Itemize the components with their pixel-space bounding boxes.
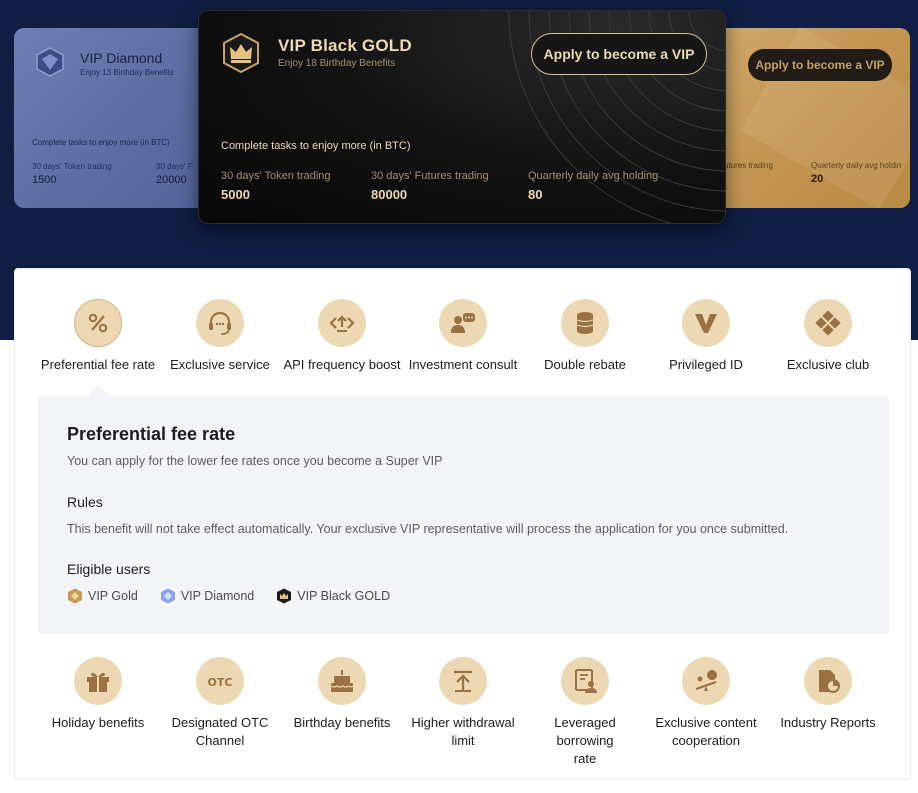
benefit-industry-reports[interactable]: Industry Reports — [767, 657, 889, 732]
detail-description: You can apply for the lower fee rates on… — [67, 454, 443, 468]
black-gold-tasks: Complete tasks to enjoy more (in BTC) — [221, 140, 411, 152]
content-icon — [695, 670, 717, 691]
eligible-users-list: VIP Gold VIP Diamond VIP Black GOLD — [67, 588, 390, 604]
benefit-label: Industry Reports — [780, 715, 876, 730]
benefit-holiday-benefits[interactable]: Holiday benefits — [37, 657, 159, 732]
borrow-icon — [575, 669, 597, 693]
svg-text:OTC: OTC — [208, 676, 233, 689]
benefit-label: Birthday benefits — [293, 715, 391, 730]
apply-vip-button[interactable]: Apply to become a VIP — [531, 33, 707, 75]
club-icon — [815, 310, 841, 336]
coins-icon — [576, 312, 594, 334]
stat-holding-value: 80 — [528, 187, 543, 202]
benefit-label: Investment consult — [408, 357, 518, 372]
vip-gold-card[interactable]: Apply to become a VIP utures trading Qua… — [700, 28, 910, 208]
benefit-designated-otc-channel[interactable]: OTC Designated OTC Channel — [159, 657, 281, 750]
benefit-label: Exclusive content cooperation — [655, 715, 757, 748]
stat-token-label: 30 days' Token trading — [221, 170, 331, 182]
benefit-label: Exclusive service — [170, 357, 270, 372]
cake-icon — [330, 670, 354, 692]
benefit-investment-consult[interactable]: Investment consult — [402, 299, 524, 374]
vip-diamond-card[interactable]: VIP Diamond Enjoy 13 Birthday Benefits C… — [14, 28, 224, 208]
vip-black-gold-card[interactable]: VIP Black GOLD Enjoy 18 Birthday Benefit… — [198, 10, 726, 224]
eligible-heading: Eligible users — [67, 561, 151, 577]
api-icon — [329, 315, 355, 332]
upload-icon — [454, 670, 472, 692]
benefit-exclusive-club[interactable]: Exclusive club — [767, 299, 889, 374]
benefit-label: Preferential fee rate — [40, 357, 156, 372]
v-icon — [695, 314, 717, 333]
benefit-label: Privileged ID — [669, 357, 743, 372]
diamond-subtitle: Enjoy 13 Birthday Benefits — [80, 68, 174, 77]
benefit-exclusive-content-cooperation[interactable]: Exclusive content cooperation — [645, 657, 767, 750]
otc-icon: OTC — [208, 676, 233, 689]
headset-icon — [209, 311, 231, 335]
benefit-label: API frequency boost — [283, 357, 401, 372]
gift-icon — [87, 672, 109, 692]
crown-icon — [223, 33, 259, 73]
black-gold-title: VIP Black GOLD — [278, 36, 412, 55]
stat-futures-label: 30 days' Futures trading — [371, 170, 489, 182]
gold-stat-label: Quarterly daily avg holdin — [811, 161, 902, 170]
benefit-birthday-benefits[interactable]: Birthday benefits — [281, 657, 403, 732]
benefit-double-rebate[interactable]: Double rebate — [524, 299, 646, 374]
rules-heading: Rules — [67, 494, 103, 510]
stat-holding-label: Quarterly daily avg holding — [528, 170, 659, 182]
eligible-user-diamond: VIP Diamond — [160, 588, 254, 604]
gold-apply-button[interactable]: Apply to become a VIP — [748, 49, 892, 81]
diamond-stat-value: 1500 — [32, 174, 57, 186]
diamond-stat-label: 30 days' F — [156, 162, 193, 171]
benefit-privileged-id[interactable]: Privileged ID — [645, 299, 767, 374]
benefit-label: Holiday benefits — [51, 715, 145, 730]
detail-title: Preferential fee rate — [67, 424, 236, 444]
black-gold-subtitle: Enjoy 18 Birthday Benefits — [278, 58, 396, 69]
diamond-icon — [36, 47, 64, 77]
benefit-detail-box: Preferential fee rate You can apply for … — [38, 384, 889, 634]
benefits-panel: Preferential fee rate Exclusive service … — [14, 268, 911, 780]
black-gold-badge-icon — [277, 588, 292, 604]
stat-token-value: 5000 — [221, 187, 250, 202]
benefit-preferential-fee-rate[interactable]: Preferential fee rate — [37, 299, 159, 374]
diamond-title: VIP Diamond — [80, 50, 163, 66]
benefit-exclusive-service[interactable]: Exclusive service — [159, 299, 281, 374]
diamond-badge-icon — [160, 588, 175, 604]
eligible-user-black-gold: VIP Black GOLD — [276, 588, 390, 604]
benefit-api-frequency-boost[interactable]: API frequency boost — [281, 299, 403, 374]
benefit-leveraged-borrowing-rate[interactable]: Leveraged borrowing rate — [524, 657, 646, 768]
gold-stat-value: 20 — [811, 173, 824, 185]
benefit-label: Higher withdrawal limit — [411, 715, 515, 748]
benefit-label: Designated OTC Channel — [171, 715, 269, 748]
benefit-higher-withdrawal-limit[interactable]: Higher withdrawal limit — [402, 657, 524, 750]
diamond-tasks: Complete tasks to enjoy more (in BTC) — [32, 138, 170, 147]
rules-text: This benefit will not take effect automa… — [67, 522, 789, 536]
percent-icon — [88, 313, 108, 333]
gold-badge-icon — [68, 588, 82, 604]
benefit-label: Leveraged borrowing rate — [554, 715, 616, 766]
detail-pointer — [86, 384, 110, 408]
gold-stat-label: utures trading — [724, 161, 773, 170]
diamond-stat-value: 20000 — [156, 174, 187, 186]
benefit-label: Double rebate — [544, 357, 626, 372]
benefit-label: Exclusive club — [786, 357, 870, 372]
report-icon — [819, 670, 840, 693]
eligible-user-gold: VIP Gold — [67, 588, 138, 604]
consult-icon — [451, 313, 475, 333]
stat-futures-value: 80000 — [371, 187, 408, 202]
diamond-stat-label: 30 days' Token trading — [32, 162, 112, 171]
